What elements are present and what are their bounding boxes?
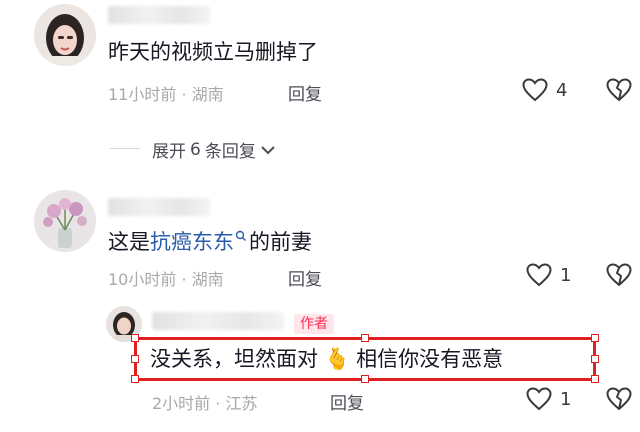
meta-separator: · xyxy=(215,394,226,413)
comment-text-prefix: 这是 xyxy=(108,230,150,254)
heart-icon xyxy=(526,387,552,411)
broken-heart-icon xyxy=(606,263,632,286)
broken-heart-icon xyxy=(606,78,632,101)
username-blurred[interactable] xyxy=(108,6,210,24)
avatar[interactable] xyxy=(34,4,96,66)
comment-location: 湖南 xyxy=(191,85,224,104)
reply-text-before: 没关系，坦然面对 xyxy=(150,347,318,371)
search-icon[interactable] xyxy=(235,230,247,244)
comment-text: 这是 抗癌东东 的前妻 xyxy=(108,228,312,256)
highlight-handle xyxy=(591,375,599,383)
like-button[interactable]: 4 xyxy=(522,78,567,102)
avatar[interactable] xyxy=(34,190,96,252)
comment-meta: 10小时前 · 湖南 xyxy=(108,266,224,290)
dislike-button[interactable] xyxy=(606,263,632,291)
mention-link[interactable]: 抗癌东东 xyxy=(150,228,234,256)
comment-text: 昨天的视频立马删掉了 xyxy=(108,40,318,64)
reply-button[interactable]: 回复 xyxy=(288,265,322,290)
reply-text-after: 相信你没有恶意 xyxy=(356,347,504,371)
like-button[interactable]: 1 xyxy=(526,263,571,287)
meta-separator: · xyxy=(181,270,192,289)
chevron-down-icon xyxy=(261,145,275,154)
username-blurred[interactable] xyxy=(108,198,210,216)
broken-heart-icon xyxy=(606,387,632,410)
dislike-button[interactable] xyxy=(606,78,632,106)
dislike-button[interactable] xyxy=(606,387,632,415)
meta-separator: · xyxy=(181,85,192,104)
like-count: 4 xyxy=(556,79,568,101)
highlight-handle xyxy=(591,334,599,342)
highlight-handle xyxy=(131,355,139,363)
highlight-handle xyxy=(591,355,599,363)
comment-time: 11小时前 xyxy=(108,85,177,104)
avatar-flowers-image xyxy=(34,190,96,252)
finger-heart-emoji: 🫰 xyxy=(324,347,351,371)
like-button[interactable]: 1 xyxy=(526,387,571,411)
reply-meta: 2小时前 · 江苏 xyxy=(152,390,257,414)
username-blurred[interactable] xyxy=(152,312,284,330)
highlight-handle xyxy=(361,375,369,383)
reply-button[interactable]: 回复 xyxy=(288,80,322,105)
heart-icon xyxy=(526,263,552,287)
comment-text-suffix: 的前妻 xyxy=(249,230,312,254)
comment-meta: 11小时前 · 湖南 xyxy=(108,81,224,105)
author-badge: 作者 xyxy=(294,314,334,334)
highlight-handle xyxy=(361,334,369,342)
avatar-portrait-image xyxy=(34,4,96,66)
expand-label: 展开 xyxy=(152,142,186,162)
like-count: 1 xyxy=(560,388,572,410)
expand-suffix: 条回复 xyxy=(204,142,256,162)
reply-text: 没关系，坦然面对 🫰 相信你没有恶意 xyxy=(150,345,503,373)
reply-time: 2小时前 xyxy=(152,394,211,413)
reply-button[interactable]: 回复 xyxy=(330,389,364,414)
reply-location: 江苏 xyxy=(225,394,258,413)
comment-time: 10小时前 xyxy=(108,270,177,289)
highlight-handle xyxy=(131,375,139,383)
expand-replies-button[interactable]: 展开 6 条回复 xyxy=(152,137,276,162)
expand-count: 6 xyxy=(190,139,201,160)
expand-divider xyxy=(110,148,140,149)
highlight-handle xyxy=(131,334,139,342)
like-count: 1 xyxy=(560,264,572,286)
comment-location: 湖南 xyxy=(191,270,224,289)
heart-icon xyxy=(522,78,548,102)
